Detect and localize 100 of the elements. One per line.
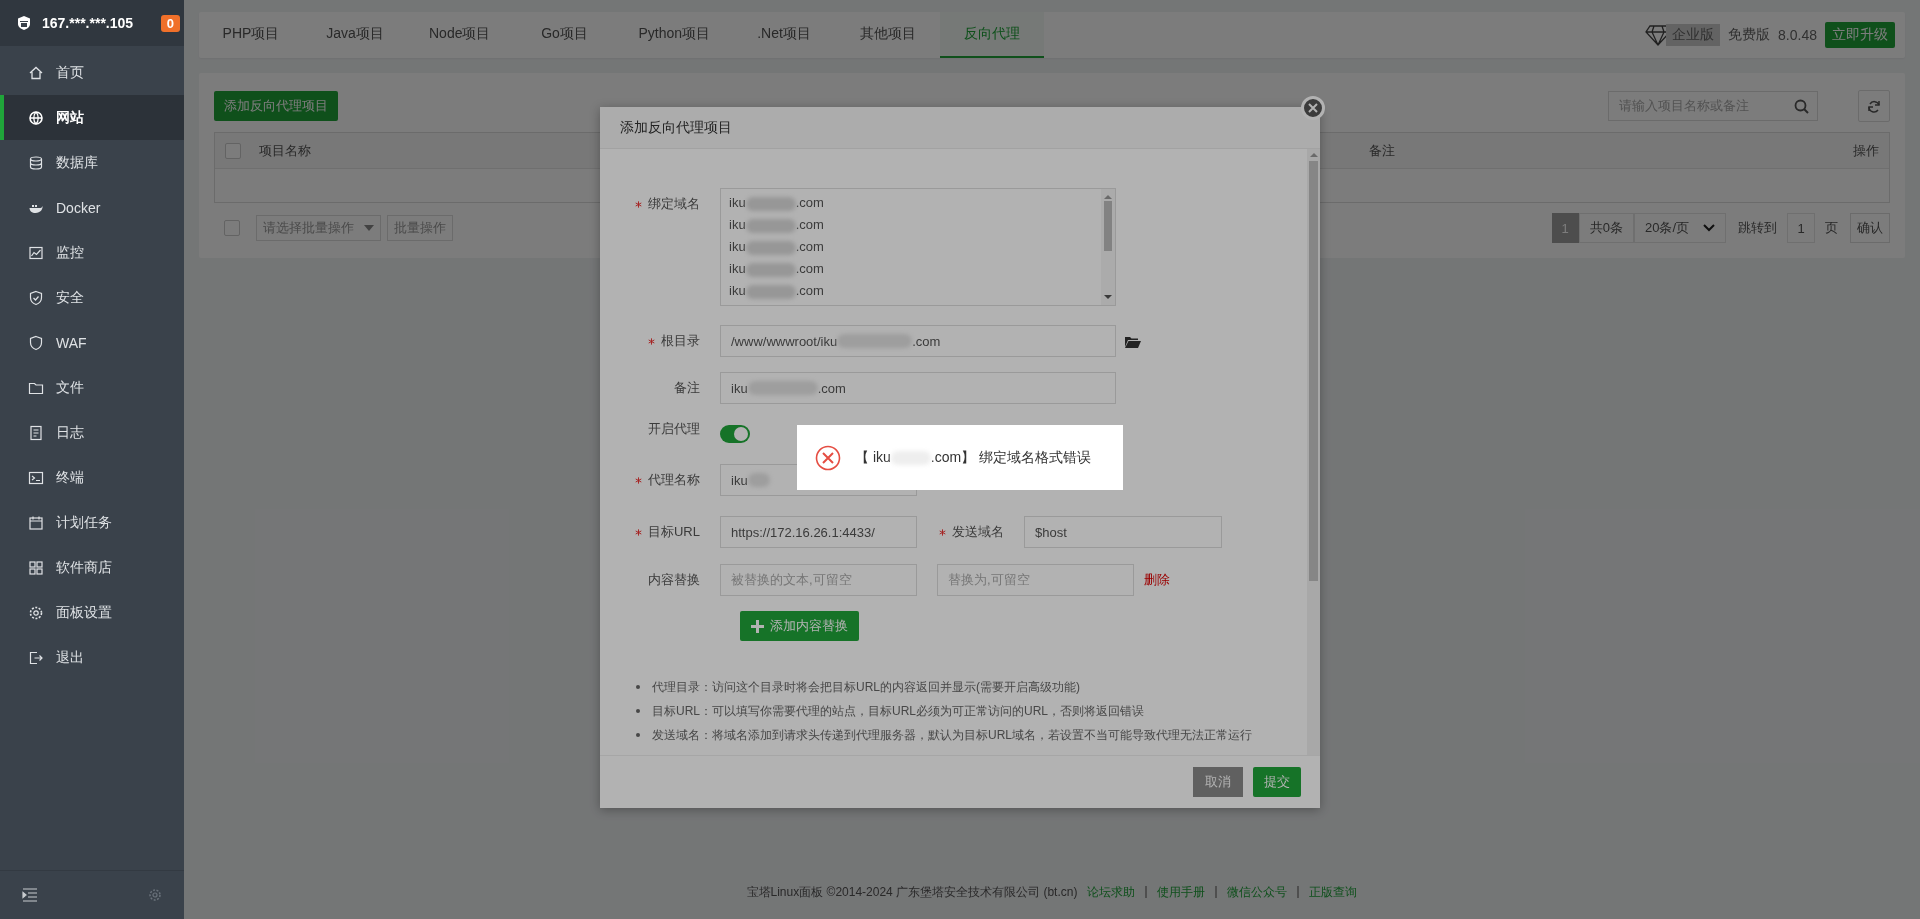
redaction-blur	[745, 196, 796, 211]
shield-icon	[28, 289, 44, 306]
required-asterisk-icon	[648, 337, 655, 345]
sidebar-item[interactable]: 监控	[0, 230, 184, 275]
sidebar-item[interactable]: 退出	[0, 635, 184, 680]
grid-icon	[28, 559, 44, 576]
add-replace-button[interactable]: 添加内容替换	[740, 611, 859, 641]
sidebar-item[interactable]: 首页	[0, 50, 184, 95]
separator-icon	[1215, 886, 1218, 898]
sidebar-item[interactable]: 终端	[0, 455, 184, 500]
dialog-title: 添加反向代理项目	[600, 107, 1320, 149]
delete-link[interactable]: 删除	[1144, 564, 1170, 596]
sidebar-item[interactable]: 文件	[0, 365, 184, 410]
separator-icon	[1145, 886, 1148, 898]
terminal-icon	[28, 469, 44, 486]
confirm-button[interactable]: 确认	[1850, 213, 1890, 243]
sidebar-item[interactable]: 软件商店	[0, 545, 184, 590]
note-text: 目标URL：可以填写你需要代理的站点，目标URL必须为可正常访问的URL，否则将返回错误	[652, 702, 1145, 720]
column-header: 操作	[1853, 141, 1879, 160]
separator-icon	[1297, 886, 1300, 898]
domain-textarea[interactable]: iku .com iku .com iku .com iku .com iku .com	[720, 188, 1116, 306]
document-icon	[28, 424, 44, 441]
required-asterisk-icon	[635, 200, 642, 208]
sidebar-item[interactable]: Docker	[0, 185, 184, 230]
sidebar-item[interactable]: 数据库	[0, 140, 184, 185]
tab[interactable]: Python项目	[616, 12, 733, 58]
sidebar-item[interactable]: 日志	[0, 410, 184, 455]
tab[interactable]: .Net项目	[732, 12, 837, 58]
sidebar-item[interactable]: 网站	[0, 95, 184, 140]
send-domain-field[interactable]: $host	[1024, 516, 1222, 548]
total-count: 共0条	[1578, 213, 1634, 243]
sidebar-item[interactable]: 安全	[0, 275, 184, 320]
sidebar-item[interactable]: 面板设置	[0, 590, 184, 635]
sidebar-item[interactable]: WAF	[0, 320, 184, 365]
tab[interactable]: Go项目	[512, 12, 617, 58]
version-label: 8.0.48	[1778, 27, 1817, 43]
collapse-menu-icon[interactable]	[22, 887, 38, 903]
cancel-button[interactable]: 取消	[1193, 767, 1243, 797]
tab[interactable]: 反向代理	[940, 12, 1045, 58]
footer-link[interactable]: 正版查询	[1309, 883, 1358, 901]
redaction-blur	[745, 240, 796, 255]
plus-icon	[751, 619, 764, 633]
settings-icon	[28, 604, 44, 621]
submit-button[interactable]: 提交	[1253, 767, 1301, 797]
settings-icon[interactable]	[148, 888, 162, 902]
add-proxy-button[interactable]: 添加反向代理项目	[214, 91, 338, 121]
proxy-toggle[interactable]	[720, 425, 750, 443]
monitor-chart-icon	[28, 244, 44, 261]
jump-page-field[interactable]: 1	[1787, 213, 1815, 243]
database-icon	[28, 154, 44, 171]
field-label: 开启代理	[647, 420, 701, 438]
footer-link[interactable]: 使用手册	[1157, 883, 1206, 901]
bullet-icon	[636, 685, 640, 689]
domain-line: iku .com	[729, 282, 825, 301]
field-label: 发送域名	[917, 516, 1024, 548]
chevron-down-icon	[1703, 224, 1715, 232]
page-unit: 页	[1825, 219, 1838, 237]
sidebar-item[interactable]: 计划任务	[0, 500, 184, 545]
tab[interactable]: PHP项目	[199, 12, 303, 58]
checkbox[interactable]	[225, 142, 241, 159]
page-size-select[interactable]: 20条/页	[1633, 213, 1726, 243]
root-directory-field[interactable]: /www/wwwroot/iku .com	[720, 325, 1116, 357]
bullet-icon	[636, 709, 640, 713]
field-label: 绑定域名	[600, 188, 720, 220]
refresh-icon	[1867, 99, 1881, 113]
close-icon	[1308, 103, 1318, 113]
upgrade-button[interactable]: 立即升级	[1825, 22, 1895, 48]
column-header: 项目名称	[259, 141, 312, 160]
footer-link[interactable]: 微信公众号	[1227, 883, 1288, 901]
caret-icon	[364, 225, 374, 231]
page-size-value: 20条/页	[1644, 219, 1689, 237]
shield-icon	[28, 334, 44, 351]
server-address: 167.***.***.105	[42, 15, 135, 31]
logout-icon	[28, 649, 44, 666]
note-text: 发送域名：将域名添加到请求头传递到代理服务器，默认为目标URL域名，若设置不当可能导致代理无法正常运行	[652, 726, 1252, 744]
tab[interactable]: 其他项目	[836, 12, 941, 58]
tab[interactable]: Java项目	[303, 12, 407, 58]
tab[interactable]: Node项目	[407, 12, 513, 58]
error-message: 【 iku .com】 绑定域名格式错误	[855, 448, 1092, 467]
search-icon[interactable]	[1794, 98, 1809, 114]
target-url-field[interactable]: https://172.16.26.1:4433/	[720, 516, 917, 548]
jump-label: 跳转到	[1738, 219, 1777, 237]
bullet-icon	[636, 733, 640, 737]
redaction-blur	[745, 218, 796, 233]
globe-icon	[28, 109, 44, 126]
notification-count[interactable]: 0	[160, 14, 180, 32]
field-label: 内容替换	[647, 571, 701, 589]
field-label: 备注	[673, 379, 701, 397]
checkbox[interactable]	[224, 220, 240, 236]
required-asterisk-icon	[635, 476, 642, 484]
copyright-text: 宝塔Linux面板 ©2014-2024 广东堡塔安全技术有限公司 (bt.cn)	[746, 883, 1078, 901]
domain-line: iku .com	[729, 238, 825, 257]
shield-logo-icon	[16, 15, 32, 31]
remark-field[interactable]: iku .com	[720, 372, 1116, 404]
refresh-button[interactable]	[1858, 90, 1890, 122]
footer-link[interactable]: 论坛求助	[1087, 883, 1136, 901]
folder-icon[interactable]	[1125, 335, 1141, 348]
note-text: 代理目录：访问这个目录时将会把目标URL的内容返回并显示(需要开启高级功能)	[652, 678, 1080, 696]
home-icon	[28, 64, 44, 81]
column-header: 备注	[1369, 141, 1396, 160]
